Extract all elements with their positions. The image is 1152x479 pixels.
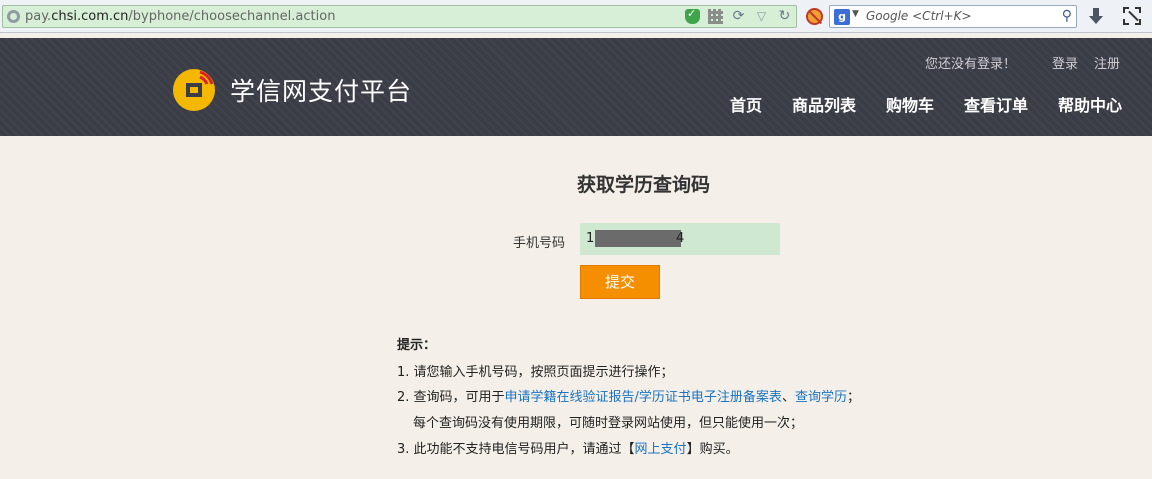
- tip-line-3-prefix: 3. 此功能不支持电信号码用户，请通过【: [397, 442, 635, 457]
- url-path: /byphone/choosechannel.action: [128, 9, 336, 24]
- online-payment-link[interactable]: 网上支付: [635, 442, 687, 457]
- site-header: 学信网支付平台 您还没有登录！ 登录 注册 首页 商品列表 购物车 查看订单 帮…: [0, 38, 1152, 136]
- url-text: pay.chsi.com.cn/byphone/choosechannel.ac…: [25, 9, 335, 24]
- tip-line-2: 2. 查询码，可用于申请学籍在线验证报告/学历证书电子注册备案表、查询学历；: [397, 386, 860, 405]
- phone-input[interactable]: 1 4: [580, 223, 780, 255]
- download-icon[interactable]: [1089, 8, 1103, 25]
- login-link[interactable]: 登录: [1052, 53, 1078, 72]
- sync-icon[interactable]: ⟳: [731, 9, 746, 24]
- phone-prefix: 1: [586, 231, 595, 246]
- tip-line-3-suffix: 】购买。: [686, 442, 739, 457]
- search-engine-icon[interactable]: g: [834, 9, 850, 25]
- nav-item-cart[interactable]: 购物车: [886, 92, 934, 116]
- tip-line-2b: 每个查询码没有使用期限，可随时登录网站使用，但只能使用一次；: [413, 416, 804, 431]
- engine-dropdown-icon[interactable]: ▼: [852, 9, 859, 19]
- site-name[interactable]: 学信网支付平台: [230, 72, 412, 108]
- tips-title: 提示：: [397, 338, 437, 353]
- screenshot-icon[interactable]: [1123, 7, 1141, 25]
- search-placeholder[interactable]: Google <Ctrl+K>: [866, 9, 972, 23]
- phone-redaction: [595, 230, 681, 247]
- browser-toolbar: pay.chsi.com.cn/byphone/choosechannel.ac…: [0, 0, 1152, 33]
- reload-icon[interactable]: ↻: [777, 9, 792, 24]
- tip-line-2-suffix: ；: [846, 390, 860, 405]
- shield-icon[interactable]: [685, 7, 700, 24]
- login-status: 您还没有登录！: [925, 57, 1017, 72]
- search-box[interactable]: g ▼ Google <Ctrl+K> ⚲: [829, 5, 1077, 28]
- nav-item-home[interactable]: 首页: [730, 92, 762, 116]
- submit-button[interactable]: 提交: [580, 265, 660, 299]
- url-icons: ⟳ ▽ ↻: [685, 7, 792, 24]
- phone-label: 手机号码: [513, 236, 566, 251]
- page-title: 获取学历查询码: [577, 174, 711, 196]
- phone-suffix: 4: [676, 231, 685, 246]
- query-degree-link[interactable]: 查询学历: [795, 390, 847, 405]
- qr-code-icon[interactable]: [708, 9, 723, 24]
- tip-line-2-prefix: 2. 查询码，可用于: [397, 390, 505, 405]
- url-host: chsi.com.cn: [51, 9, 129, 24]
- nav-item-orders[interactable]: 查看订单: [964, 92, 1028, 116]
- tip-line-3: 3. 此功能不支持电信号码用户，请通过【网上支付】购买。: [397, 438, 739, 457]
- dropdown-arrow-icon[interactable]: ▽: [754, 9, 769, 24]
- tip-line-1: 1. 请您输入手机号码，按照页面提示进行操作；: [397, 365, 674, 380]
- url-prefix: pay.: [25, 9, 52, 24]
- nav-item-help[interactable]: 帮助中心: [1058, 92, 1122, 116]
- site-identity-icon[interactable]: [7, 10, 20, 23]
- verification-report-link[interactable]: 申请学籍在线验证报告/学历证书电子注册备案表: [505, 390, 782, 405]
- noscript-icon[interactable]: [806, 8, 823, 25]
- register-link[interactable]: 注册: [1094, 53, 1120, 72]
- tip-line-2-sep: 、: [781, 390, 795, 405]
- site-logo-icon[interactable]: [172, 68, 216, 112]
- address-bar[interactable]: pay.chsi.com.cn/byphone/choosechannel.ac…: [2, 5, 797, 28]
- nav-item-products[interactable]: 商品列表: [792, 92, 856, 116]
- search-icon[interactable]: ⚲: [1062, 8, 1072, 24]
